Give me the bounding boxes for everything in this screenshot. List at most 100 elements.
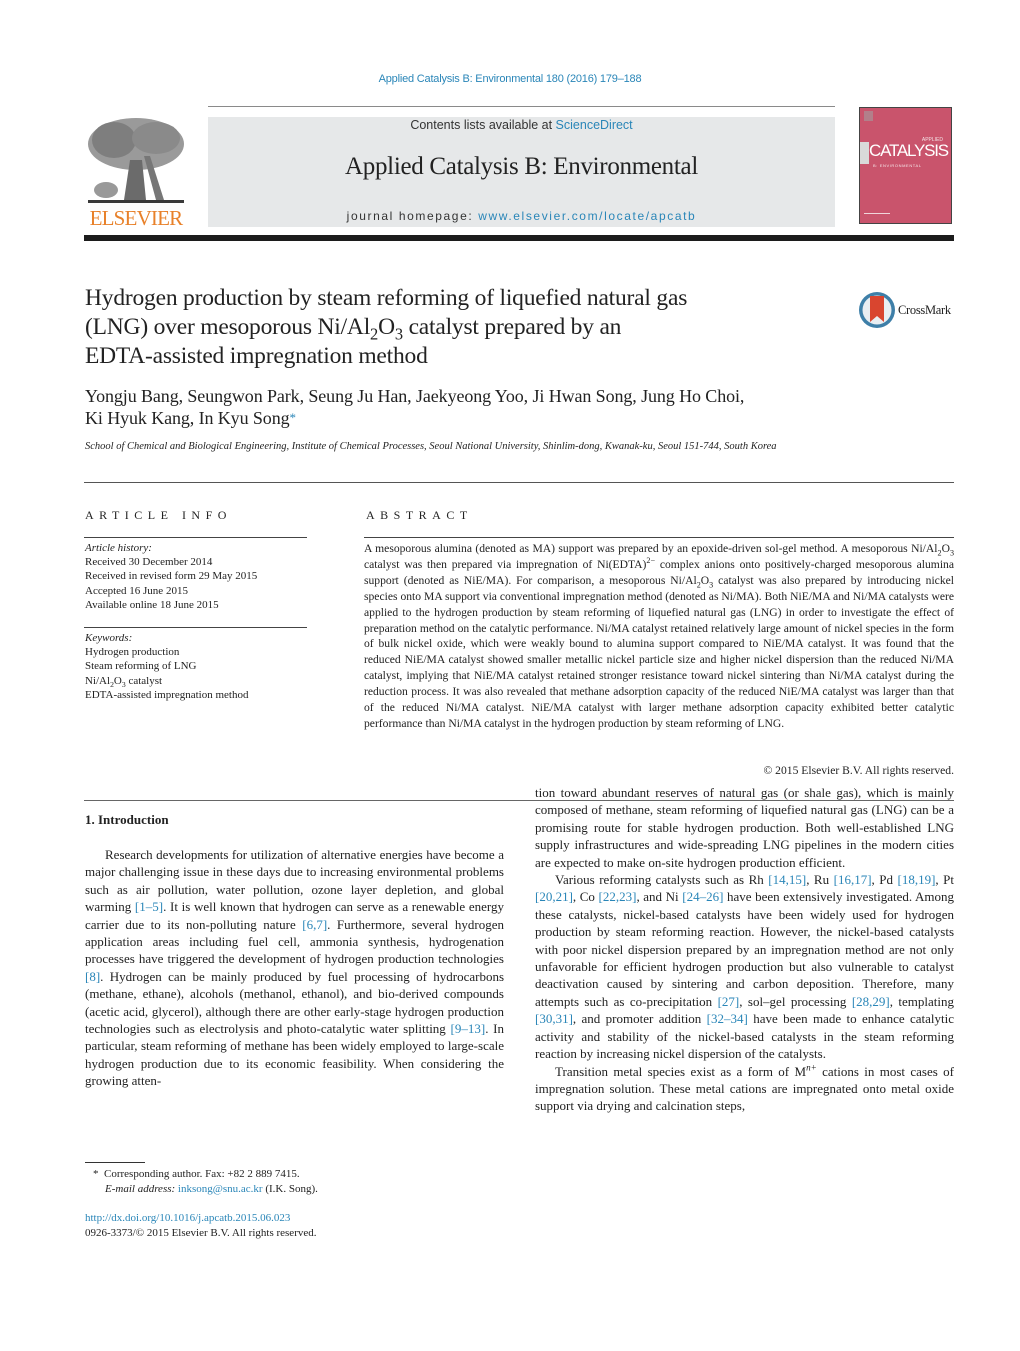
authors-text: Ki Hyuk Kang, In Kyu Song <box>85 408 290 428</box>
divider <box>364 537 954 538</box>
authors-line-2: Ki Hyuk Kang, In Kyu Song* <box>85 407 845 429</box>
divider <box>84 537 307 538</box>
title-subscript: 3 <box>394 324 403 344</box>
keyword-item: Steam reforming of LNG <box>85 660 197 673</box>
history-label: Article history: <box>85 542 152 554</box>
abstract-fragment: catalyst was then prepared via impregnat… <box>364 557 647 571</box>
citation-link[interactable]: [32–34] <box>707 1011 748 1026</box>
citation-link[interactable]: [18,19] <box>898 872 936 887</box>
journal-title: Applied Catalysis B: Environmental <box>345 153 698 180</box>
abstract-copyright: © 2015 Elsevier B.V. All rights reserved… <box>763 764 954 777</box>
superscript: n+ <box>806 1062 817 1073</box>
affiliation: School of Chemical and Biological Engine… <box>85 441 777 452</box>
text-fragment: , sol–gel processing <box>739 993 852 1009</box>
citation-link[interactable]: [28,29] <box>852 994 890 1009</box>
abstract-heading: ABSTRACT <box>366 508 473 522</box>
sciencedirect-link[interactable]: ScienceDirect <box>556 118 633 132</box>
running-head[interactable]: Applied Catalysis B: Environmental 180 (… <box>0 73 1020 85</box>
abstract-text: A mesoporous alumina (denoted as MA) sup… <box>364 542 954 730</box>
citation-link[interactable]: [20,21] <box>535 889 573 904</box>
issn-copyright: 0926-3373/© 2015 Elsevier B.V. All right… <box>85 1227 317 1239</box>
citation-link[interactable]: [14,15] <box>768 872 806 887</box>
history-item: Accepted 16 June 2015 <box>85 584 188 597</box>
email-note: E-mail address: inksong@snu.ac.kr (I.K. … <box>93 1182 318 1197</box>
subscript: 3 <box>949 548 954 558</box>
keywords-label: Keywords: <box>85 632 133 644</box>
history-item: Received in revised form 29 May 2015 <box>85 570 258 583</box>
paragraph: Transition metal species exist as a form… <box>535 1063 954 1115</box>
homepage-line: journal homepage: www.elsevier.com/locat… <box>208 209 835 223</box>
email-suffix: (I.K. Song). <box>262 1183 318 1195</box>
title-line-2: (LNG) over mesoporous Ni/Al2O3 catalyst … <box>85 313 825 342</box>
keywords: Keywords: Hydrogen production Steam refo… <box>85 631 310 702</box>
divider <box>84 627 307 628</box>
doi-block: http://dx.doi.org/10.1016/j.apcatb.2015.… <box>85 1211 317 1241</box>
body-column-right: tion toward abundant reserves of natural… <box>535 784 954 1115</box>
text-fragment: , Ru <box>806 872 834 888</box>
citation-link[interactable]: [30,31] <box>535 1011 573 1026</box>
body-column-left: Research developments for utilization of… <box>85 846 504 1090</box>
elsevier-logo[interactable]: ELSEVIER <box>84 116 188 230</box>
journal-banner: Contents lists available at ScienceDirec… <box>208 117 835 227</box>
paragraph: tion toward abundant reserves of natural… <box>535 785 954 870</box>
citation-link[interactable]: [9–13] <box>451 1021 486 1036</box>
divider <box>84 482 954 483</box>
subscript: 2 <box>937 548 942 558</box>
header-thick-rule <box>84 235 954 241</box>
crossmark-icon <box>859 292 895 328</box>
crossmark-button[interactable]: CrossMark <box>858 291 958 331</box>
keyword-item: Hydrogen production <box>85 646 180 659</box>
corresponding-author-marker[interactable]: * <box>290 410 297 425</box>
cover-footer-rule <box>864 213 890 217</box>
title-fragment: catalyst prepared by an <box>402 314 622 340</box>
authors-line-1: Yongju Bang, Seungwon Park, Seung Ju Han… <box>85 386 745 406</box>
subscript: 2 <box>696 580 701 590</box>
citation-link[interactable]: [27] <box>718 994 740 1009</box>
superscript: 2− <box>646 556 656 566</box>
footnote: * Corresponding author. Fax: +82 2 889 7… <box>93 1167 318 1197</box>
elsevier-wordmark: ELSEVIER <box>89 206 184 230</box>
cover-subtitle: B: ENVIRONMENTAL <box>873 163 922 168</box>
cover-title: CATALYSIS <box>869 141 949 160</box>
header-rule <box>208 106 835 107</box>
citation-link[interactable]: [16,17] <box>834 872 872 887</box>
footnote-rule <box>85 1162 145 1163</box>
citation-link[interactable]: [22,23] <box>599 889 637 904</box>
corresponding-text: Corresponding author. Fax: +82 2 889 741… <box>104 1168 300 1180</box>
contents-line: Contents lists available at ScienceDirec… <box>208 118 835 132</box>
text-fragment: , Pt <box>935 872 955 888</box>
history-item: Received 30 December 2014 <box>85 556 213 569</box>
email-link[interactable]: inksong@snu.ac.kr <box>178 1183 263 1195</box>
crossmark-label: CrossMark <box>898 303 951 317</box>
contents-prefix: Contents lists available at <box>410 118 556 132</box>
homepage-link[interactable]: www.elsevier.com/locate/apcatb <box>478 209 696 223</box>
paragraph: Various reforming catalysts such as Rh [… <box>535 871 954 1062</box>
keyword-item: Ni/Al2O3 catalyst <box>85 674 163 689</box>
cover-box <box>860 142 869 164</box>
text-fragment: , Co <box>572 889 599 905</box>
history-item: Available online 18 June 2015 <box>85 598 219 611</box>
citation-link[interactable]: [6,7] <box>302 917 327 932</box>
citation-link[interactable]: [24–26] <box>682 889 723 904</box>
abstract-fragment: catalyst was also prepared by introducin… <box>364 573 954 730</box>
text-fragment: , Pd <box>871 872 898 888</box>
email-label: E-mail address: <box>105 1183 178 1195</box>
tree-icon <box>84 116 188 206</box>
article-title: Hydrogen production by steam reforming o… <box>85 284 825 371</box>
abstract-fragment: A mesoporous alumina (denoted as MA) sup… <box>364 542 938 555</box>
paragraph: Research developments for utilization of… <box>85 846 504 1090</box>
text-fragment: , templating <box>889 993 954 1009</box>
doi-link[interactable]: http://dx.doi.org/10.1016/j.apcatb.2015.… <box>85 1211 317 1226</box>
article-history: Article history: Received 30 December 20… <box>85 541 310 612</box>
section-heading: 1. Introduction <box>85 812 169 827</box>
title-line-1: Hydrogen production by steam reforming o… <box>85 285 688 311</box>
citation-link[interactable]: [1–5] <box>135 899 163 914</box>
text-fragment: , and Ni <box>636 889 683 905</box>
corresponding-note: * Corresponding author. Fax: +82 2 889 7… <box>93 1167 318 1182</box>
author-list: Yongju Bang, Seungwon Park, Seung Ju Han… <box>85 385 845 429</box>
journal-cover[interactable]: APPLIED CATALYSIS B: ENVIRONMENTAL <box>859 107 952 224</box>
text-fragment: Transition metal species exist as a form… <box>555 1063 807 1079</box>
citation-link[interactable]: [8] <box>85 969 100 984</box>
footnote-marker: * <box>93 1168 104 1180</box>
title-fragment: (LNG) over mesoporous Ni/Al <box>85 314 371 340</box>
